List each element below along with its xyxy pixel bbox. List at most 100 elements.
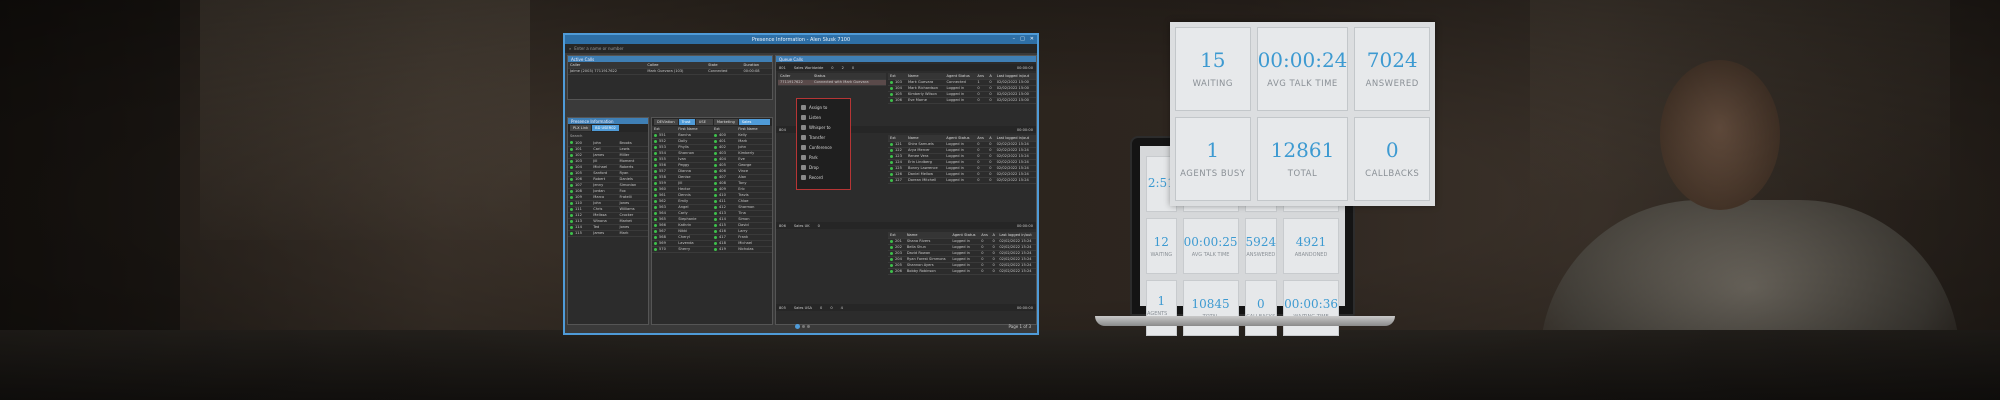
- page-dot[interactable]: [807, 325, 810, 328]
- agent-value: 02/02/2022 15:24: [999, 251, 1032, 255]
- extension: 570: [659, 247, 666, 251]
- extension: 115: [575, 231, 582, 235]
- agent-value: 02/02/2022 15:00: [996, 92, 1029, 96]
- agent-value: 0: [989, 92, 992, 96]
- context-menu-item[interactable]: Park: [799, 152, 848, 162]
- presence-row[interactable]: 115 James Mark: [568, 230, 648, 237]
- queue-summary-row[interactable]: 805 Sales USA 0 0 4 00:00:00: [776, 304, 1036, 311]
- extension: 400: [719, 133, 726, 137]
- agent-value: 0: [981, 269, 984, 273]
- agent-value: 0: [989, 86, 992, 90]
- queue-name: Sales Worldwide: [793, 65, 824, 70]
- status-dot-icon: [654, 199, 657, 203]
- context-menu-item[interactable]: Whisper to: [799, 122, 848, 132]
- extension: 566: [659, 223, 666, 227]
- extension-row[interactable]: 419 Nicholas: [712, 246, 772, 253]
- agent-value: 127: [895, 178, 902, 182]
- agent-row[interactable]: 206 Bobby Robinson Logged in 0 0 02/02/2022 1…: [888, 268, 1036, 275]
- agent-cell: Eve Morne: [905, 97, 945, 104]
- extension: 404: [719, 157, 726, 161]
- page-dot[interactable]: [802, 325, 805, 328]
- tab-extension-group[interactable]: Trust 1L: [678, 119, 695, 130]
- kpi-label: ANSWERED: [1365, 78, 1419, 89]
- status-dot-icon: [714, 175, 717, 179]
- context-menu-item[interactable]: Record: [799, 172, 848, 182]
- tab-extension-group[interactable]: Marketing: [713, 119, 738, 125]
- agent-value: Logged in: [952, 251, 970, 255]
- queue-summary-row[interactable]: 806 Sales UK 0 00:00:00: [776, 222, 1036, 229]
- active-calls-table: Caller Callee State Duration Jaime (2003) 7…: [568, 62, 772, 75]
- table-row[interactable]: Jaime (2003) 7711917622 Mark Guevara (103…: [568, 68, 772, 75]
- agent-row[interactable]: 106 Eve Morne Logged in 0 0 02/02/2022 15:00: [888, 97, 1036, 104]
- tab-extension-group[interactable]: USE KCA: [695, 119, 713, 130]
- extension: 102: [575, 153, 582, 157]
- status-dot-icon: [570, 171, 573, 175]
- agent-cell: Dorean Mitchell: [906, 177, 945, 184]
- agent-value: Mark Guevara: [907, 80, 934, 84]
- status-dot-icon: [890, 160, 893, 164]
- agent-value: Ryan Forest Simmons: [906, 257, 946, 261]
- agent-value: 0: [989, 166, 992, 170]
- status-dot-icon: [890, 142, 893, 146]
- status-dot-icon: [890, 98, 893, 102]
- kpi-tile: 00:00:24 AVG TALK TIME: [1256, 27, 1349, 111]
- tab-presence[interactable]: BD USER02: [592, 125, 619, 131]
- kpi-tile: 1 AGENTS BUSY: [1175, 117, 1251, 201]
- queue-summary-row[interactable]: 801 Sales Worldwide 0 2 0 00:00:00: [776, 64, 1036, 71]
- context-menu-item[interactable]: Listen: [799, 112, 848, 122]
- search-bar[interactable]: ⌕ Enter a name or number: [565, 44, 1037, 53]
- window-controls: – □ ✕: [1013, 36, 1034, 42]
- context-menu-item[interactable]: Drop: [799, 162, 848, 172]
- table-cell: 00:00:08: [741, 68, 772, 75]
- agents-table: Ext Name Agent Status Ans A Last logged in/ou…: [888, 73, 1036, 104]
- maximize-icon[interactable]: □: [1020, 36, 1025, 42]
- context-menu-item[interactable]: Assign to: [799, 102, 848, 112]
- queue-time: 00:00:00: [1016, 223, 1033, 228]
- agent-value: 0: [977, 160, 980, 164]
- presence-search[interactable]: Search: [568, 132, 648, 140]
- status-dot-icon: [714, 229, 717, 233]
- kpi-label: WAITING: [1192, 78, 1233, 89]
- agent-cell: 0: [987, 177, 995, 184]
- pagination[interactable]: Page 1 of 3: [1009, 324, 1031, 329]
- agent-value: 105: [895, 92, 902, 96]
- extension: 560: [659, 187, 666, 191]
- table-cell: Jaime (2003) 7711917622: [568, 68, 646, 75]
- agent-value: 02/02/2022 15:24: [996, 148, 1029, 152]
- extension: 418: [719, 241, 726, 245]
- context-menu-item[interactable]: Transfer: [799, 132, 848, 142]
- agent-value: 0: [992, 257, 995, 261]
- tab-presence[interactable]: PLX Link: [570, 125, 592, 131]
- agent-value: 126: [895, 172, 902, 176]
- kpi-value: 00:00:24: [1257, 47, 1348, 72]
- status-dot-icon: [654, 235, 657, 239]
- extension-row[interactable]: 570 Sherry: [652, 246, 712, 253]
- page-dot-active[interactable]: [795, 324, 800, 329]
- agent-row[interactable]: 127 Dorean Mitchell Logged in 0 0 02/02/2022 …: [888, 177, 1036, 184]
- extensions-table-1: Ext First Name 551 Barcha 552 Dolly 553 Phylis 5…: [652, 126, 712, 253]
- queue-call-row[interactable]: 7711917622 Connected with Mark Guevara: [778, 79, 886, 86]
- agent-value: 123: [895, 154, 902, 158]
- agent-value: Connected: [946, 80, 966, 84]
- status-dot-icon: [714, 181, 717, 185]
- extension: 559: [659, 181, 666, 185]
- status-dot-icon: [714, 187, 717, 191]
- queue-time: 00:00:00: [1016, 305, 1033, 310]
- agent-cell: 0: [987, 97, 995, 104]
- agent-value: 0: [981, 245, 984, 249]
- agent-value: 122: [895, 148, 902, 152]
- kpi-label: TOTAL: [1287, 168, 1318, 179]
- laptop-base: [1095, 316, 1395, 326]
- menu-item-label: Record: [809, 174, 823, 180]
- laptop-kpi-tile: 00:00:25 AVG TALK TIME: [1182, 218, 1239, 274]
- agent-value: 02/02/2022 15:24: [996, 160, 1029, 164]
- tab-extension-group[interactable]: Sales Opportunities: [738, 119, 770, 130]
- agent-value: Bella Shun: [906, 245, 926, 249]
- agent-value: 02/02/2022 15:24: [999, 239, 1032, 243]
- close-icon[interactable]: ✕: [1030, 36, 1034, 42]
- status-dot-icon: [570, 225, 573, 229]
- context-menu-item[interactable]: Conference: [799, 142, 848, 152]
- whisper-icon: [801, 124, 806, 130]
- tab-extension-group[interactable]: DEVIation: [654, 119, 678, 125]
- minimize-icon[interactable]: –: [1013, 36, 1016, 42]
